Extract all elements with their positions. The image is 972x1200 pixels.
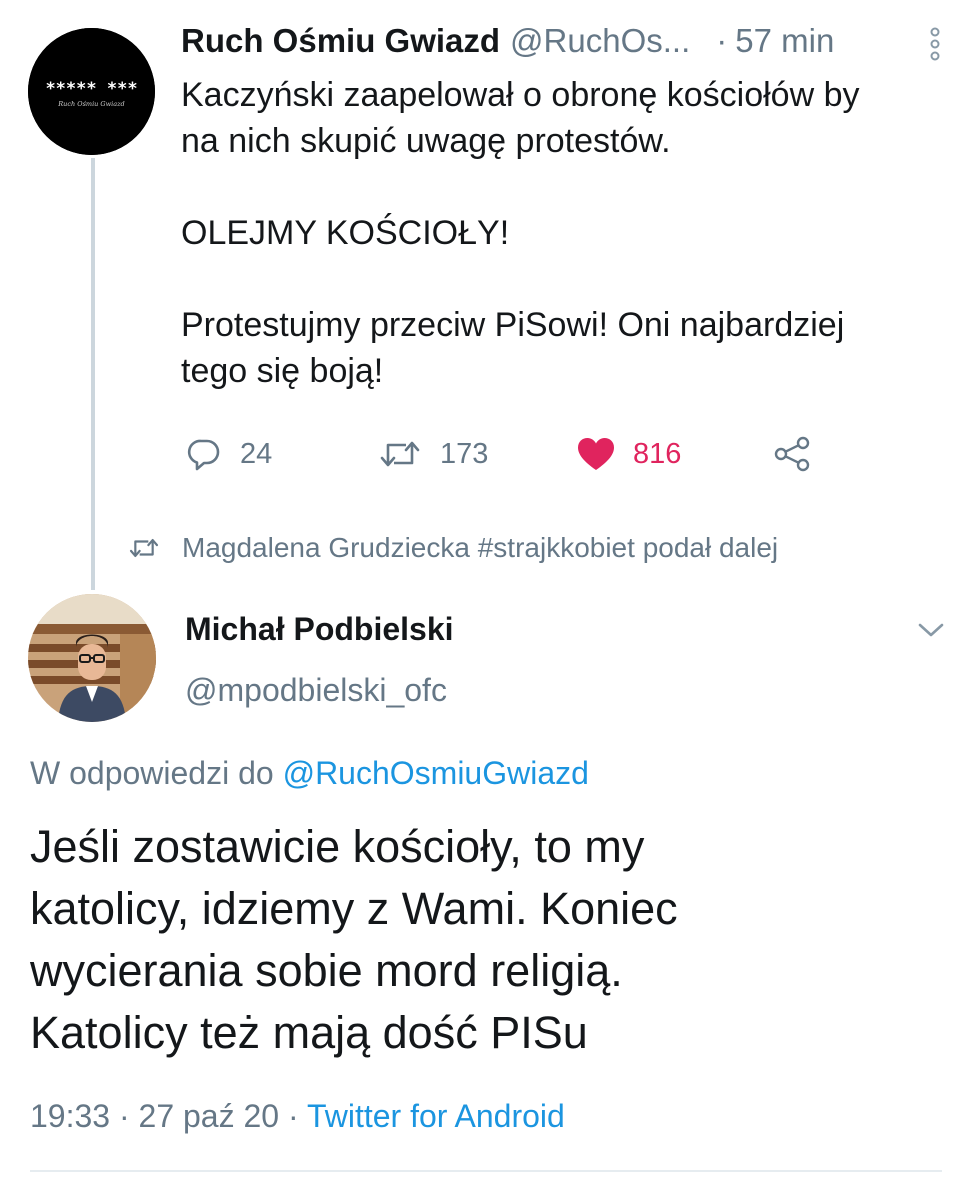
header-separator: · bbox=[716, 22, 728, 59]
share-button[interactable] bbox=[773, 430, 811, 478]
tweet-date: 27 paź 20 bbox=[138, 1098, 280, 1134]
main-tweet-text: Jeśli zostawicie kościoły, to my katolic… bbox=[30, 816, 950, 1064]
main-author-name[interactable]: Michał Podbielski bbox=[185, 611, 454, 648]
main-author-avatar[interactable] bbox=[28, 594, 156, 722]
parent-author-name[interactable]: Ruch Ośmiu Gwiazd bbox=[181, 22, 500, 60]
parent-author-handle[interactable]: @RuchOs... bbox=[510, 22, 690, 60]
retweet-icon bbox=[380, 441, 420, 467]
reply-to-prefix: W odpowiedzi do bbox=[30, 755, 283, 791]
retweet-context-text: Magdalena Grudziecka #strajkkobiet podał… bbox=[182, 532, 779, 563]
text-line: Katolicy też mają dość PISu bbox=[30, 1007, 588, 1058]
parent-tweet-actions: 24 173 816 bbox=[181, 430, 841, 478]
divider bbox=[30, 1170, 942, 1172]
text-line: OLEJMY KOŚCIOŁY! bbox=[181, 214, 510, 252]
like-button[interactable]: 816 bbox=[577, 430, 681, 478]
more-vertical-icon[interactable] bbox=[928, 26, 942, 62]
retweet-icon bbox=[129, 538, 159, 558]
tweet-time: 19:33 bbox=[30, 1098, 111, 1134]
profile-photo bbox=[28, 594, 156, 722]
reply-button[interactable]: 24 bbox=[186, 430, 272, 478]
tweet-source-link[interactable]: Twitter for Android bbox=[307, 1098, 565, 1134]
meta-separator: · bbox=[110, 1098, 139, 1134]
text-line: wycierania sobie mord religią. bbox=[30, 945, 623, 996]
like-count: 816 bbox=[633, 437, 682, 470]
reply-to-line: W odpowiedzi do @RuchOsmiuGwiazd bbox=[30, 755, 589, 792]
reply-icon bbox=[187, 439, 220, 471]
text-line: na nich skupić uwagę protestów. bbox=[181, 122, 671, 160]
svg-text:Ruch Ośmiu Gwiazd: Ruch Ośmiu Gwiazd bbox=[57, 100, 124, 108]
text-line: Kaczyński zaapelował o obronę kościołów … bbox=[181, 76, 860, 114]
reply-count: 24 bbox=[240, 437, 273, 470]
retweet-button[interactable]: 173 bbox=[378, 430, 488, 478]
heart-icon bbox=[578, 438, 614, 470]
tweet-screen: ***** *** Ruch Ośmiu Gwiazd Ruch Ośmiu G… bbox=[0, 0, 972, 1200]
parent-tweet-time[interactable]: 57 min bbox=[735, 22, 834, 60]
svg-text:***** ***: ***** *** bbox=[45, 79, 137, 99]
thread-connector-line bbox=[91, 158, 95, 590]
parent-tweet-text: Kaczyński zaapelował o obronę kościołów … bbox=[181, 72, 951, 394]
parent-avatar[interactable]: ***** *** Ruch Ośmiu Gwiazd bbox=[28, 28, 155, 155]
retweet-count: 173 bbox=[440, 437, 489, 470]
text-line: katolicy, idziemy z Wami. Koniec bbox=[30, 883, 678, 934]
text-line: tego się boją! bbox=[181, 352, 384, 390]
text-line: Protestujmy przeciw PiSowi! Oni najbardz… bbox=[181, 306, 845, 344]
parent-tweet-header: Ruch Ośmiu Gwiazd @RuchOs... · 57 min bbox=[181, 22, 942, 66]
chevron-down-icon[interactable] bbox=[917, 620, 945, 640]
share-icon bbox=[774, 436, 810, 472]
retweet-context[interactable]: Magdalena Grudziecka #strajkkobiet podał… bbox=[128, 528, 778, 568]
ruch-osmiu-gwiazd-logo: ***** *** Ruch Ośmiu Gwiazd bbox=[28, 28, 155, 155]
reply-to-mention-link[interactable]: @RuchOsmiuGwiazd bbox=[283, 755, 589, 791]
text-line: Jeśli zostawicie kościoły, to my bbox=[30, 821, 645, 872]
meta-separator: · bbox=[279, 1098, 307, 1134]
main-author-handle[interactable]: @mpodbielski_ofc bbox=[185, 672, 447, 709]
tweet-meta: 19:33 · 27 paź 20 · Twitter for Android bbox=[30, 1098, 565, 1135]
